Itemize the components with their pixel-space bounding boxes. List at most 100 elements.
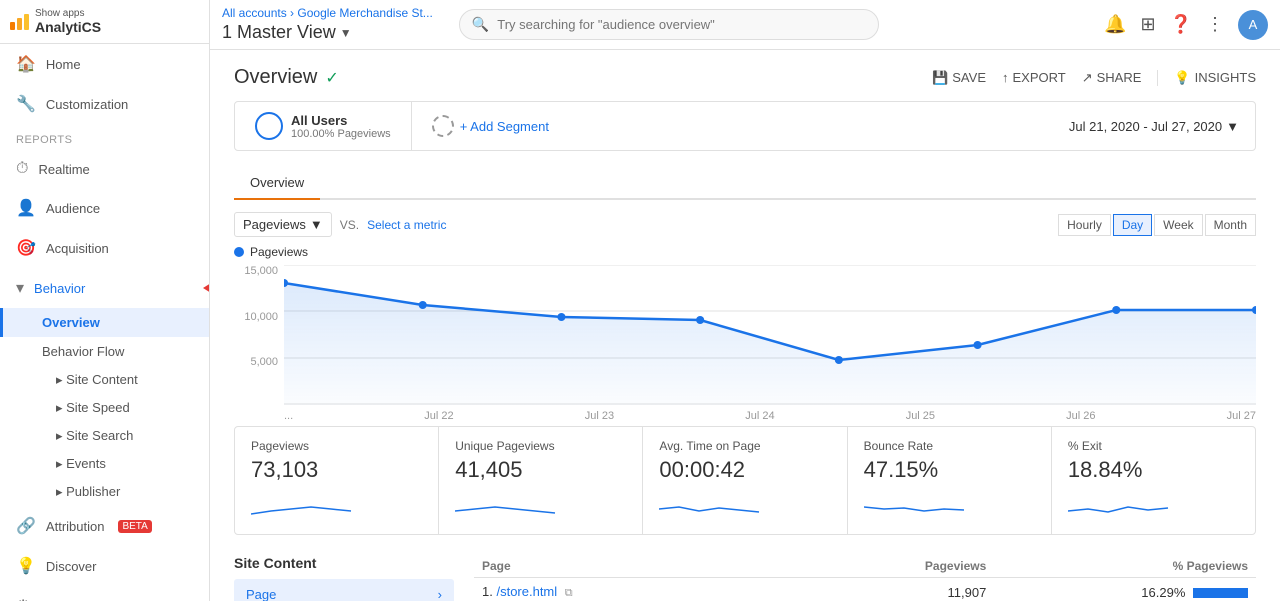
sidebar-subitem-site-speed[interactable]: ▸ Site Speed	[0, 394, 209, 422]
topbar-icons: 🔔 ⊞ ❓ ⋮ A	[1104, 10, 1268, 40]
admin-icon: ⚙	[16, 596, 30, 601]
metric-dropdown[interactable]: Pageviews ▼	[234, 212, 332, 237]
overview-title-text: Overview	[234, 66, 317, 89]
sidebar-item-behavior[interactable]: ▾ Behavior	[0, 268, 209, 308]
sidebar-realtime-label: Realtime	[38, 162, 89, 177]
behavior-icon: ▾	[16, 278, 24, 298]
audience-icon: 👤	[16, 198, 36, 218]
time-btn-day[interactable]: Day	[1113, 214, 1152, 236]
site-content-label: ▸ Site Content	[56, 372, 138, 388]
share-button[interactable]: ↗ SHARE	[1082, 70, 1142, 86]
export-button[interactable]: ↑ EXPORT	[1002, 70, 1066, 85]
all-users-circle	[255, 112, 283, 140]
tab-overview[interactable]: Overview	[234, 167, 320, 200]
stat-avg-time: Avg. Time on Page 00:00:42	[643, 427, 847, 534]
sidebar-item-acquisition[interactable]: 🎯 Acquisition	[0, 228, 209, 268]
sidebar-item-audience[interactable]: 👤 Audience	[0, 188, 209, 228]
sidebar-item-discover[interactable]: 💡 Discover	[0, 546, 209, 586]
legend-label: Pageviews	[250, 245, 308, 259]
table-cell-pct: 16.29%	[994, 578, 1256, 601]
export-icon: ↑	[1002, 70, 1009, 85]
apps-icon[interactable]: ⊞	[1140, 14, 1155, 35]
sidebar-subitem-behavior-flow[interactable]: Behavior Flow	[0, 337, 209, 366]
logo-bar-2	[17, 18, 22, 30]
pageviews-value: 73,103	[251, 457, 422, 483]
y-label-5000: 5,000	[234, 356, 278, 368]
time-btn-hourly[interactable]: Hourly	[1058, 214, 1111, 236]
logo-icon	[10, 14, 29, 30]
insights-icon: 💡	[1174, 70, 1190, 86]
sidebar-item-attribution[interactable]: 🔗 Attribution BETA	[0, 506, 209, 546]
sidebar-subitem-site-search[interactable]: ▸ Site Search	[0, 422, 209, 450]
date-range-picker[interactable]: Jul 21, 2020 - Jul 27, 2020 ▼	[1053, 119, 1255, 134]
search-bar[interactable]: 🔍	[459, 9, 879, 40]
pct-bar	[1193, 588, 1248, 598]
sidebar-subitem-publisher[interactable]: ▸ Publisher	[0, 478, 209, 506]
page-link[interactable]: /store.html	[496, 584, 557, 599]
home-icon: 🏠	[16, 54, 36, 74]
copy-icon[interactable]: ⧉	[565, 587, 573, 599]
share-icon: ↗	[1082, 70, 1093, 86]
avg-time-value: 00:00:42	[659, 457, 830, 483]
overview-title: Overview ✓	[234, 66, 339, 89]
time-btn-month[interactable]: Month	[1205, 214, 1256, 236]
add-segment-circle	[432, 115, 454, 137]
chart-with-y-axis: 15,000 10,000 5,000	[234, 265, 1256, 422]
overview-label: Overview	[42, 315, 100, 330]
exit-value: 18.84%	[1068, 457, 1239, 483]
breadcrumb-store[interactable]: Google Merchandise St...	[297, 6, 432, 20]
col-pct-pageviews: % Pageviews	[994, 555, 1256, 578]
reports-section-label: REPORTS	[0, 124, 209, 150]
logo-area[interactable]: Show apps AnalytiCS	[0, 0, 209, 44]
main-area: All accounts › Google Merchandise St... …	[210, 0, 1280, 601]
site-content-section: Site Content Page › Page Title Page Page…	[234, 555, 1256, 601]
sidebar-subitem-site-content[interactable]: ▸ Site Content	[0, 366, 209, 394]
analytics-label: AnalytiCS	[35, 19, 101, 35]
logo-bar-1	[10, 22, 15, 30]
date-range-text: Jul 21, 2020 - Jul 27, 2020	[1069, 119, 1222, 134]
col-pageviews: Pageviews	[829, 555, 994, 578]
chart-container: 15,000 10,000 5,000	[234, 265, 1256, 422]
y-axis-labels: 15,000 10,000 5,000	[234, 265, 284, 422]
sidebar-subitem-overview[interactable]: Overview	[0, 308, 209, 337]
site-content-table: Page Pageviews % Pageviews 1. /store.htm…	[474, 555, 1256, 601]
save-button[interactable]: 💾 SAVE	[932, 70, 986, 86]
master-view-selector[interactable]: 1 Master View ▼	[222, 22, 433, 43]
stats-row: Pageviews 73,103 Unique Pageviews 41,405…	[234, 426, 1256, 535]
insights-label: INSIGHTS	[1195, 70, 1256, 85]
all-users-pct: 100.00% Pageviews	[291, 128, 391, 140]
sidebar-item-admin[interactable]: ⚙ Admin	[0, 586, 209, 601]
bell-icon[interactable]: 🔔	[1104, 14, 1126, 35]
table-cell-page: 1. /store.html ⧉	[474, 578, 829, 601]
search-input[interactable]	[497, 17, 866, 32]
avatar[interactable]: A	[1238, 10, 1268, 40]
x-label-jul26: Jul 26	[1066, 410, 1095, 422]
share-label: SHARE	[1097, 70, 1142, 85]
tab-bar: Overview	[234, 167, 1256, 200]
show-apps-label[interactable]: Show apps	[35, 8, 101, 19]
breadcrumb-all-accounts[interactable]: All accounts	[222, 6, 287, 20]
table-row: 1. /store.html ⧉ 11,907 16.29%	[474, 578, 1256, 601]
master-view-label: 1 Master View	[222, 22, 336, 43]
help-icon[interactable]: ❓	[1170, 14, 1192, 35]
avg-time-label: Avg. Time on Page	[659, 439, 830, 453]
publisher-label: ▸ Publisher	[56, 484, 120, 500]
chart-legend: Pageviews	[234, 245, 1256, 259]
sidebar-subitem-events[interactable]: ▸ Events	[0, 450, 209, 478]
metric-selector: Pageviews ▼ VS. Select a metric	[234, 212, 446, 237]
sidebar-item-home[interactable]: 🏠 Home	[0, 44, 209, 84]
more-icon[interactable]: ⋮	[1206, 14, 1224, 35]
breadcrumb: All accounts › Google Merchandise St...	[222, 6, 433, 20]
col-page: Page	[474, 555, 829, 578]
sidebar-item-realtime[interactable]: ⏱ Realtime	[0, 150, 209, 188]
beta-badge: BETA	[118, 520, 151, 533]
x-label-start: ...	[284, 410, 293, 422]
insights-button[interactable]: 💡 INSIGHTS	[1157, 70, 1256, 86]
time-btn-week[interactable]: Week	[1154, 214, 1202, 236]
sidebar-item-customization[interactable]: 🔧 Customization	[0, 84, 209, 124]
site-content-tab-page[interactable]: Page ›	[234, 579, 454, 601]
add-segment-button[interactable]: + Add Segment	[412, 105, 569, 147]
sidebar-behavior-label: Behavior	[34, 281, 85, 296]
all-users-segment[interactable]: All Users 100.00% Pageviews	[235, 102, 412, 150]
select-metric-link[interactable]: Select a metric	[367, 218, 446, 232]
